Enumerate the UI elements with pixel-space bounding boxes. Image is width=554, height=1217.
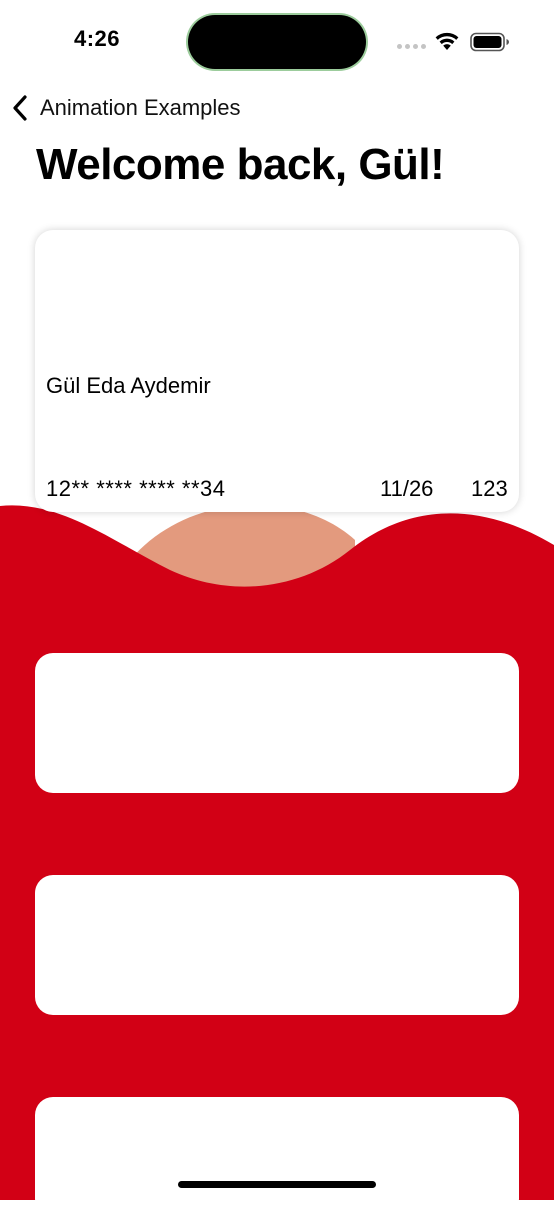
card-cvv: 123 (471, 476, 508, 501)
page-title: Welcome back, Gül! (36, 140, 445, 189)
wave-front-layer (0, 505, 554, 1200)
wifi-icon (435, 32, 459, 50)
status-bar: 4:26 (0, 0, 554, 84)
home-indicator[interactable] (178, 1181, 376, 1188)
status-time: 4:26 (74, 26, 121, 51)
chevron-left-icon (13, 95, 27, 121)
credit-card[interactable]: Gül Eda Aydemir 12** **** **** **34 11/2… (35, 230, 519, 512)
card-number: 12** **** **** **34 (46, 476, 226, 501)
back-button[interactable]: Animation Examples (10, 88, 241, 128)
content-tile[interactable] (35, 1097, 519, 1217)
dynamic-island (188, 15, 366, 69)
card-expiry: 11/26 (380, 476, 434, 501)
back-label: Animation Examples (40, 95, 241, 120)
wave-background (0, 504, 554, 1200)
battery-icon (470, 32, 509, 52)
card-holder-name: Gül Eda Aydemir (46, 373, 211, 398)
cellular-dots-icon (397, 44, 426, 49)
content-tile[interactable] (35, 875, 519, 1015)
content-tile[interactable] (35, 653, 519, 793)
